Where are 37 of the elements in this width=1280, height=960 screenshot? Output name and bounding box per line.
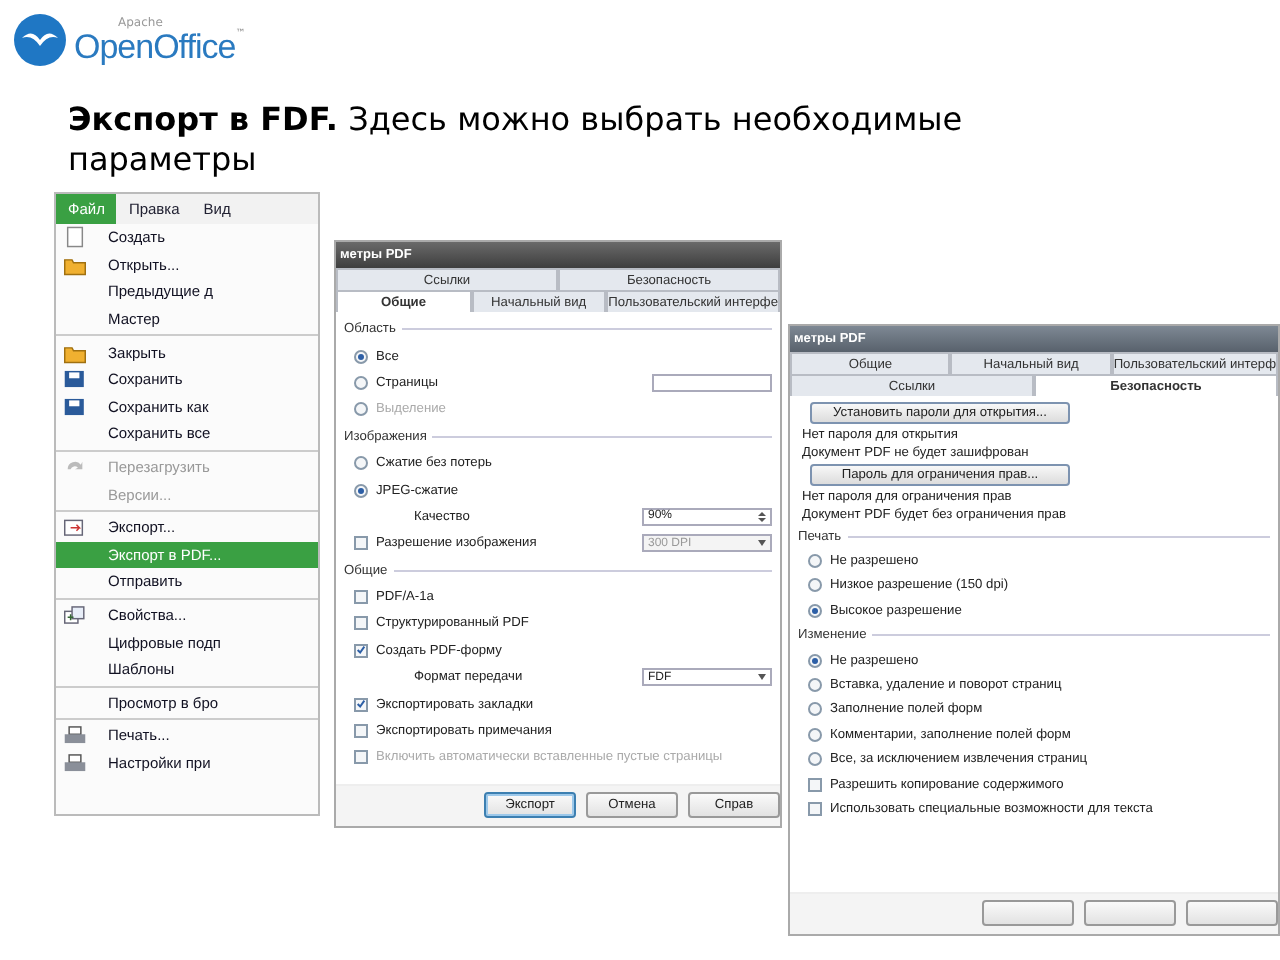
radio-button[interactable] [808, 752, 822, 767]
radio-button[interactable] [808, 702, 822, 717]
checkbox[interactable] [808, 777, 822, 792]
export-icon [62, 516, 88, 539]
checkbox[interactable] [354, 643, 368, 658]
radio-button[interactable] [354, 375, 368, 390]
page-icon [62, 226, 88, 249]
spin-arrows-icon[interactable] [754, 509, 770, 524]
checkbox[interactable] [354, 590, 368, 605]
radio-button[interactable] [808, 554, 822, 569]
dialog-button[interactable] [1084, 900, 1176, 926]
checkbox[interactable] [354, 697, 368, 712]
radio-button[interactable] [808, 603, 822, 618]
folder-icon [62, 253, 88, 276]
logo-text: OpenOffice [74, 29, 236, 63]
folder-icon [62, 341, 88, 364]
printer-icon [62, 751, 88, 774]
checkbox[interactable] [354, 536, 368, 551]
logo-icon [12, 12, 68, 68]
properties-icon [62, 604, 88, 627]
radio-button[interactable] [808, 678, 822, 693]
radio-button[interactable] [808, 653, 822, 668]
dialog-button[interactable] [982, 900, 1074, 926]
checkbox[interactable] [354, 616, 368, 631]
radio-button[interactable] [354, 456, 368, 471]
radio-button[interactable] [354, 483, 368, 498]
checkbox[interactable] [808, 801, 822, 816]
printer-icon [62, 724, 88, 747]
dropdown-arrow-icon[interactable] [754, 536, 770, 551]
radio-button[interactable] [354, 349, 368, 364]
dialog-button[interactable] [1186, 900, 1278, 926]
pages-field[interactable] [652, 373, 772, 392]
checkbox[interactable] [354, 724, 368, 739]
slide-heading: Экспорт в FDF. Здесь можно выбрать необходимые параметры [68, 100, 965, 180]
radio-button[interactable] [808, 578, 822, 593]
radio-button[interactable] [808, 727, 822, 742]
dropdown-arrow-icon[interactable] [754, 670, 770, 685]
